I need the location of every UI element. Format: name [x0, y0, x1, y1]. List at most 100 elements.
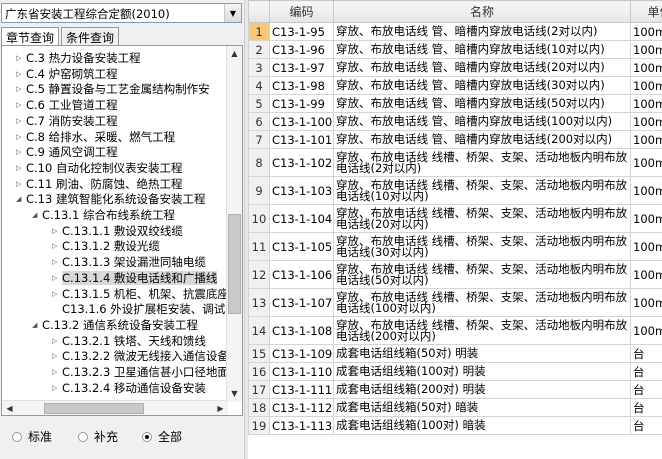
expand-arrow-icon[interactable]: ▷ [16, 161, 26, 176]
name-cell[interactable]: 穿放、布放电话线 管、暗槽内穿放电话线(2对以内) [333, 22, 631, 41]
name-cell[interactable]: 穿放、布放电话线 管、暗槽内穿放电话线(10对以内) [333, 40, 631, 59]
expand-arrow-icon[interactable]: ▷ [52, 365, 62, 380]
name-cell[interactable]: 穿放、布放电话线 线槽、桥架、支架、活动地板内明布放电话线(200对以内) [333, 316, 631, 345]
chevron-down-icon[interactable]: ▼ [224, 4, 241, 22]
quota-library-dropdown[interactable]: 广东省安装工程综合定额(2010) ▼ [1, 3, 242, 23]
code-cell[interactable]: C13-1-98 [269, 76, 334, 95]
unit-cell[interactable]: 台 [630, 344, 662, 363]
table-row[interactable]: 12 C13-1-106 穿放、布放电话线 线槽、桥架、支架、活动地板内明布放电话线… [248, 260, 662, 289]
unit-cell[interactable]: 100m [630, 112, 662, 131]
unit-cell[interactable]: 100m [630, 58, 662, 77]
row-number-cell[interactable]: 11 [248, 232, 270, 261]
expand-arrow-icon[interactable]: ▷ [16, 51, 26, 66]
table-row[interactable]: 9 C13-1-103 穿放、布放电话线 线槽、桥架、支架、活动地板内明布放电话线(… [248, 176, 662, 205]
code-cell[interactable]: C13-1-106 [269, 260, 334, 289]
code-cell[interactable]: C13-1-105 [269, 232, 334, 261]
filter-radio-all[interactable]: 全部 [142, 428, 182, 445]
tree-node[interactable]: ▷ C.13.1.3 架设漏泄同轴电缆 [52, 255, 206, 270]
tree-node[interactable]: ▷ C.9 通风空调工程 [16, 145, 118, 160]
expand-arrow-icon[interactable]: ▷ [52, 239, 62, 254]
row-number-cell[interactable]: 16 [248, 362, 270, 381]
expand-arrow-icon[interactable]: ▷ [16, 130, 26, 145]
tree-node[interactable]: ▷ C.13.2.3 卫星通信甚小口径地面站 [52, 365, 240, 380]
chapter-tree[interactable]: ▷ C.3 热力设备安装工程 ▷ C.4 炉窑砌筑工程 ▷ C.5 静置设备与工艺金属结构… [1, 45, 243, 416]
table-row[interactable]: 18 C13-1-112 成套电话组线箱(50对) 暗装台 [248, 398, 662, 417]
expand-arrow-icon[interactable]: ▷ [52, 271, 62, 286]
row-number-cell[interactable]: 15 [248, 344, 270, 363]
expand-arrow-icon[interactable]: ▷ [52, 255, 62, 270]
row-number-cell[interactable]: 10 [248, 204, 270, 233]
unit-cell[interactable]: 100m [630, 232, 662, 261]
tree-node[interactable]: ▷ C.6 工业管道工程 [16, 98, 118, 113]
column-header-name[interactable]: 名称 [333, 0, 631, 23]
code-cell[interactable]: C13-1-96 [269, 40, 334, 59]
row-number-cell[interactable]: 18 [248, 398, 270, 417]
name-cell[interactable]: 穿放、布放电话线 线槽、桥架、支架、活动地板内明布放电话线(30对以内) [333, 232, 631, 261]
tree-vertical-scrollbar[interactable]: ▲ ▼ [226, 46, 242, 402]
unit-cell[interactable]: 台 [630, 398, 662, 417]
column-header-code[interactable]: 编码 [269, 0, 334, 23]
table-row[interactable]: 3C13-1-97穿放、布放电话线 管、暗槽内穿放电话线(20对以内)100m [248, 58, 662, 77]
unit-cell[interactable]: 100m [630, 204, 662, 233]
tree-horizontal-scrollbar[interactable]: ◀ ▶ [2, 400, 228, 415]
name-cell[interactable]: 穿放、布放电话线 管、暗槽内穿放电话线(20对以内) [333, 58, 631, 77]
row-number-cell[interactable]: 14 [248, 316, 270, 345]
row-number-cell[interactable]: 1 [248, 22, 270, 41]
tree-node[interactable]: ▷ C.13.2.2 微波无线接入通信设备 [52, 349, 229, 364]
table-row[interactable]: 19 C13-1-113 成套电话组线箱(100对) 暗装台 [248, 416, 662, 435]
expand-arrow-icon[interactable]: ▷ [52, 381, 62, 396]
expand-arrow-icon[interactable]: ▷ [52, 334, 62, 349]
scroll-right-icon[interactable]: ▶ [213, 401, 228, 415]
code-cell[interactable]: C13-1-99 [269, 94, 334, 113]
tree-vertical-scroll-thumb[interactable] [228, 214, 241, 314]
tree-node[interactable]: ▷ C.13.1.4 敷设电话线和广播线 [52, 270, 218, 286]
tree-node[interactable]: C13.1.6 外设扩展柜安装、调试 [52, 302, 225, 317]
table-row[interactable]: 13 C13-1-107 穿放、布放电话线 线槽、桥架、支架、活动地板内明布放电话线… [248, 288, 662, 317]
tree-node[interactable]: ▷ C.13.1.5 机柜、机架、抗震底座 [52, 287, 229, 302]
code-cell[interactable]: C13-1-100 [269, 112, 334, 131]
expand-arrow-icon[interactable]: ▷ [16, 82, 26, 97]
row-number-cell[interactable]: 17 [248, 380, 270, 399]
unit-cell[interactable]: 台 [630, 362, 662, 381]
name-cell[interactable]: 成套电话组线箱(100对) 明装 [333, 362, 631, 381]
unit-cell[interactable]: 100m [630, 260, 662, 289]
name-cell[interactable]: 成套电话组线箱(50对) 暗装 [333, 398, 631, 417]
code-cell[interactable]: C13-1-102 [269, 148, 334, 177]
expand-arrow-icon[interactable]: ▷ [16, 98, 26, 113]
code-cell[interactable]: C13-1-110 [269, 362, 334, 381]
row-number-cell[interactable]: 13 [248, 288, 270, 317]
row-number-cell[interactable]: 5 [248, 94, 270, 113]
table-row[interactable]: 15 C13-1-109 成套电话组线箱(50对) 明装台 [248, 344, 662, 363]
scroll-down-icon[interactable]: ▼ [227, 386, 242, 402]
expand-arrow-icon[interactable]: ▷ [52, 287, 62, 302]
tree-node[interactable]: ▷ C.11 刷油、防腐蚀、绝热工程 [16, 177, 182, 192]
name-cell[interactable]: 穿放、布放电话线 管、暗槽内穿放电话线(100对以内) [333, 112, 631, 131]
name-cell[interactable]: 穿放、布放电话线 线槽、桥架、支架、活动地板内明布放电话线(50对以内) [333, 260, 631, 289]
code-cell[interactable]: C13-1-95 [269, 22, 334, 41]
name-cell[interactable]: 穿放、布放电话线 线槽、桥架、支架、活动地板内明布放电话线(2对以内) [333, 148, 631, 177]
tree-node[interactable]: ▷ C.13.1.1 敷设双绞线缆 [52, 224, 183, 239]
unit-cell[interactable]: 100m [630, 130, 662, 149]
row-number-cell[interactable]: 4 [248, 76, 270, 95]
tree-node[interactable]: ▷ C.8 给排水、采暖、燃气工程 [16, 130, 175, 145]
unit-cell[interactable]: 100m [630, 94, 662, 113]
name-cell[interactable]: 穿放、布放电话线 线槽、桥架、支架、活动地板内明布放电话线(10对以内) [333, 176, 631, 205]
tree-node[interactable]: ▷ C.5 静置设备与工艺金属结构制作安 [16, 82, 210, 97]
name-cell[interactable]: 穿放、布放电话线 线槽、桥架、支架、活动地板内明布放电话线(100对以内) [333, 288, 631, 317]
tree-node[interactable]: ▷ C.3 热力设备安装工程 [16, 51, 141, 66]
table-row[interactable]: 14 C13-1-108 穿放、布放电话线 线槽、桥架、支架、活动地板内明布放电话线… [248, 316, 662, 345]
tree-node[interactable]: ▷ C.13.2.4 移动通信设备安装 [52, 381, 206, 396]
unit-cell[interactable]: 100m [630, 22, 662, 41]
tree-node[interactable]: ▷ C.7 消防安装工程 [16, 114, 118, 129]
tree-node[interactable]: ◢ C.13.1 综合布线系统工程 [32, 208, 175, 223]
scroll-left-icon[interactable]: ◀ [2, 401, 17, 415]
tab-condition-query[interactable]: 条件查询 [61, 27, 119, 45]
code-cell[interactable]: C13-1-101 [269, 130, 334, 149]
collapse-arrow-icon[interactable]: ◢ [16, 192, 26, 207]
expand-arrow-icon[interactable]: ▷ [16, 145, 26, 160]
scroll-up-icon[interactable]: ▲ [227, 46, 242, 62]
name-cell[interactable]: 成套电话组线箱(50对) 明装 [333, 344, 631, 363]
table-row[interactable]: 6 C13-1-100 穿放、布放电话线 管、暗槽内穿放电话线(100对以内) 100… [248, 112, 662, 131]
unit-cell[interactable]: 台 [630, 380, 662, 399]
row-number-cell[interactable]: 19 [248, 416, 270, 435]
